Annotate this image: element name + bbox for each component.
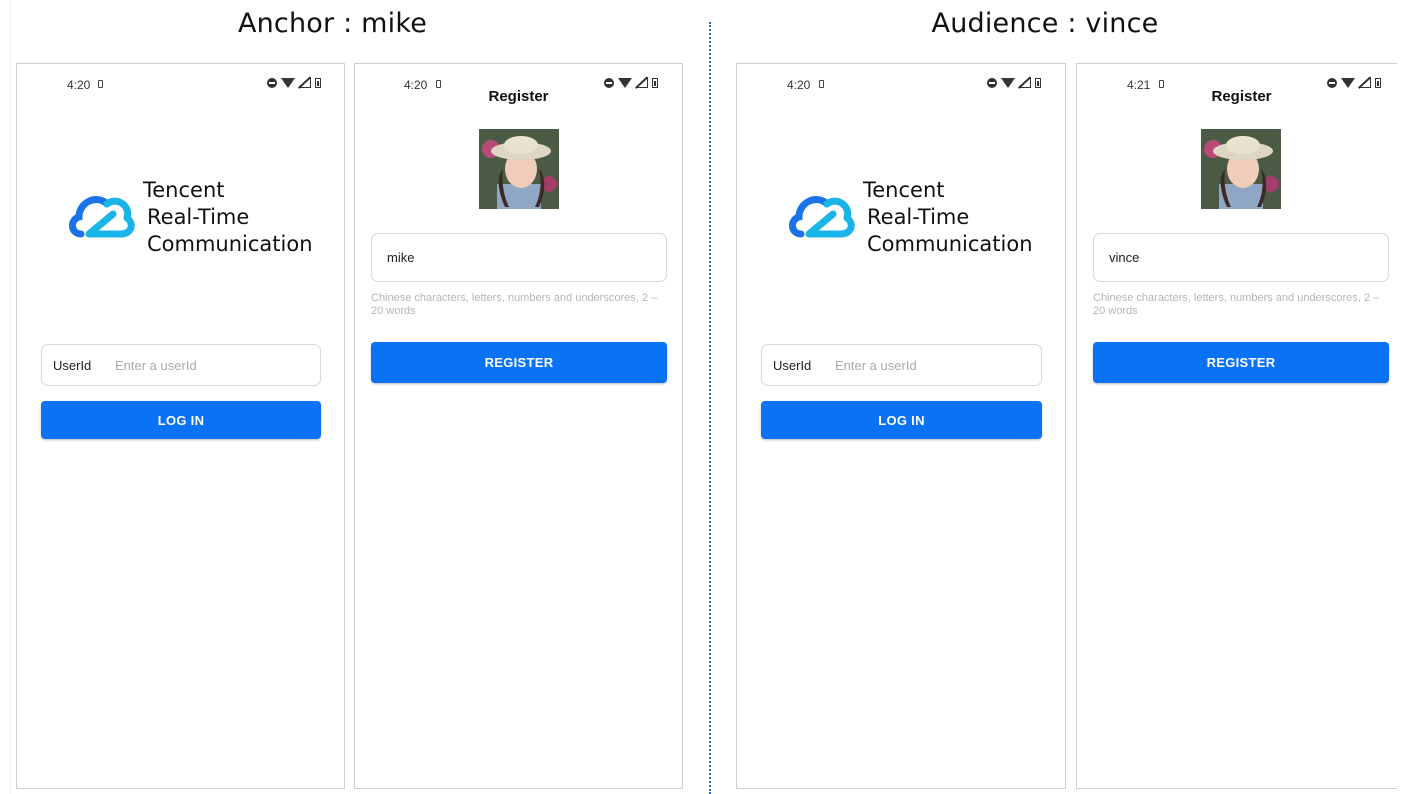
wifi-icon (618, 77, 632, 88)
register-button[interactable]: REGISTER (1093, 342, 1389, 383)
brand-line-3: Communication (867, 232, 1033, 256)
anchor-heading: Anchor : mike (237, 8, 428, 39)
anchor-register-screen: 4:20 Register mike Chinese characters, l… (354, 63, 683, 789)
sim-icon (98, 80, 103, 88)
status-icons (987, 77, 1041, 88)
page-title: Register (1211, 88, 1272, 105)
battery-icon (652, 77, 658, 88)
brand-name: Tencent Real-Time Communication (863, 177, 1033, 258)
username-value[interactable]: vince (1109, 250, 1139, 265)
battery-icon (1375, 77, 1381, 88)
status-icons (604, 77, 658, 88)
username-hint: Chinese characters, letters, numbers and… (1093, 292, 1380, 317)
do-not-disturb-icon (604, 77, 614, 88)
username-hint: Chinese characters, letters, numbers and… (371, 292, 658, 317)
audience-login-screen: 4:20 Tencent Real-Time Communication Use… (736, 63, 1066, 789)
register-button[interactable]: REGISTER (371, 342, 667, 383)
userid-field[interactable]: UserId (41, 344, 321, 386)
brand-line-3: Communication (147, 232, 313, 256)
signal-icon (636, 77, 648, 88)
page-title: Register (488, 88, 549, 105)
audience-register-screen: 4:21 Register vince Chinese characters, … (1076, 63, 1397, 789)
audience-heading: Audience : vince (931, 8, 1159, 39)
sim-icon (819, 80, 824, 88)
login-button[interactable]: LOG IN (761, 401, 1042, 439)
username-field[interactable]: mike (371, 233, 667, 282)
signal-icon (299, 77, 311, 88)
section-divider (709, 22, 711, 794)
brand-line-2: Real-Time (147, 205, 250, 229)
status-icons (1327, 77, 1381, 88)
status-time: 4:20 (67, 78, 91, 92)
tencent-cloud-logo-icon (789, 196, 855, 238)
do-not-disturb-icon (267, 77, 277, 88)
userid-field[interactable]: UserId (761, 344, 1042, 386)
signal-icon (1359, 77, 1371, 88)
userid-input[interactable] (833, 356, 1017, 374)
page-left-edge (10, 0, 11, 794)
status-icons (267, 77, 321, 88)
wifi-icon (1341, 77, 1355, 88)
do-not-disturb-icon (987, 77, 997, 88)
username-value[interactable]: mike (387, 250, 414, 265)
brand-name: Tencent Real-Time Communication (143, 177, 313, 258)
brand-line-1: Tencent (143, 178, 225, 202)
userid-label: UserId (53, 357, 92, 373)
userid-input[interactable] (113, 356, 297, 374)
tencent-cloud-logo-icon (69, 196, 135, 238)
wifi-icon (1001, 77, 1015, 88)
userid-label: UserId (773, 357, 812, 373)
anchor-login-screen: 4:20 Tencent Real-Time Communication Use… (16, 63, 345, 789)
status-time: 4:20 (787, 78, 811, 92)
signal-icon (1019, 77, 1031, 88)
avatar[interactable] (1201, 129, 1281, 209)
brand-line-2: Real-Time (867, 205, 970, 229)
sim-icon (1159, 80, 1164, 88)
wifi-icon (281, 77, 295, 88)
username-field[interactable]: vince (1093, 233, 1389, 282)
battery-icon (1035, 77, 1041, 88)
do-not-disturb-icon (1327, 77, 1337, 88)
login-button[interactable]: LOG IN (41, 401, 321, 439)
brand-line-1: Tencent (863, 178, 945, 202)
battery-icon (315, 77, 321, 88)
avatar[interactable] (479, 129, 559, 209)
sim-icon (436, 80, 441, 88)
